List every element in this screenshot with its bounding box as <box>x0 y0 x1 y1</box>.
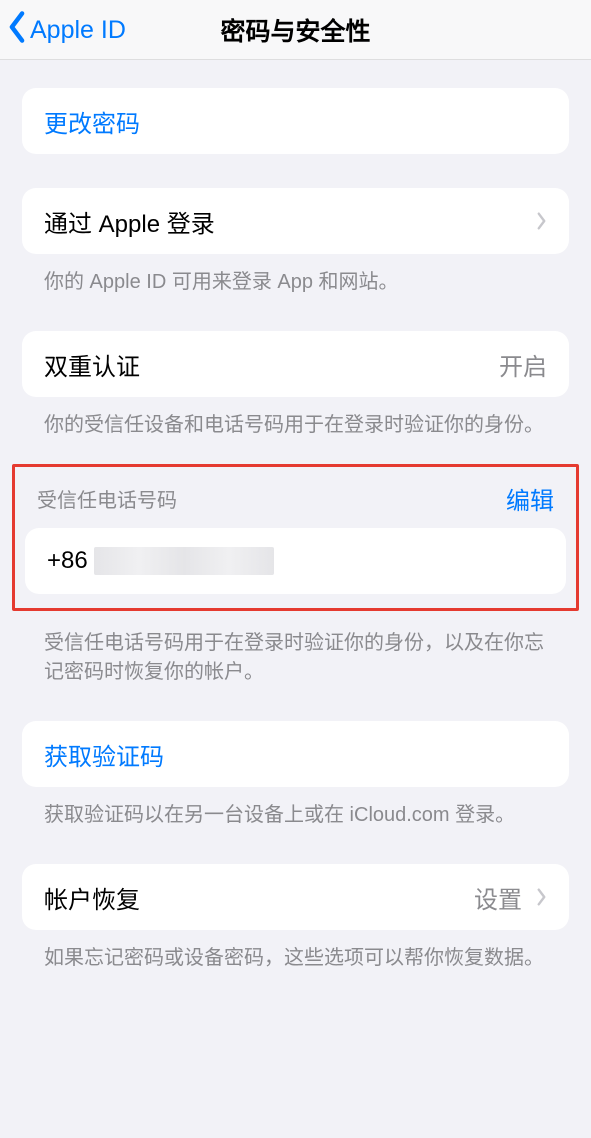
group-sign-in-with-apple: 通过 Apple 登录 你的 Apple ID 可用来登录 App 和网站。 <box>22 188 569 297</box>
account-recovery-footer: 如果忘记密码或设备密码，这些选项可以帮你恢复数据。 <box>22 930 569 973</box>
group-get-code: 获取验证码 获取验证码以在另一台设备上或在 iCloud.com 登录。 <box>22 721 569 830</box>
trusted-phone-number: +86 <box>47 547 274 575</box>
account-recovery-label: 帐户恢复 <box>44 880 140 915</box>
trusted-phone-highlight: 受信任电话号码 编辑 +86 <box>12 464 579 611</box>
group-two-factor: 双重认证 开启 你的受信任设备和电话号码用于在登录时验证你的身份。 <box>22 331 569 440</box>
chevron-right-icon <box>536 211 547 231</box>
change-password-button[interactable]: 更改密码 <box>22 88 569 154</box>
trusted-phone-header: 受信任电话号码 编辑 <box>23 477 568 528</box>
two-factor-label: 双重认证 <box>44 347 140 382</box>
get-code-button[interactable]: 获取验证码 <box>22 721 569 787</box>
sign-in-with-apple-label: 通过 Apple 登录 <box>44 204 215 239</box>
chevron-right-icon <box>536 887 547 907</box>
back-button[interactable]: Apple ID <box>6 0 126 60</box>
group-change-password: 更改密码 <box>22 88 569 154</box>
sign-in-with-apple-footer: 你的 Apple ID 可用来登录 App 和网站。 <box>22 254 569 297</box>
content: 更改密码 通过 Apple 登录 你的 Apple ID 可用来登录 App 和… <box>0 88 591 973</box>
trusted-phone-edit-button[interactable]: 编辑 <box>506 481 554 516</box>
sign-in-with-apple-row[interactable]: 通过 Apple 登录 <box>22 188 569 254</box>
get-code-label: 获取验证码 <box>44 737 164 772</box>
trusted-phone-footer: 受信任电话号码用于在登录时验证你的身份，以及在你忘记密码时恢复你的帐户。 <box>22 611 569 687</box>
account-recovery-value: 设置 <box>474 880 522 915</box>
trusted-phone-prefix: +86 <box>47 547 88 575</box>
trusted-phone-row[interactable]: +86 <box>25 528 566 594</box>
navbar: Apple ID 密码与安全性 <box>0 0 591 60</box>
trusted-phone-redacted <box>94 547 274 575</box>
group-account-recovery: 帐户恢复 设置 如果忘记密码或设备密码，这些选项可以帮你恢复数据。 <box>22 864 569 973</box>
two-factor-footer: 你的受信任设备和电话号码用于在登录时验证你的身份。 <box>22 397 569 440</box>
page-title: 密码与安全性 <box>220 12 370 48</box>
change-password-label: 更改密码 <box>44 104 140 139</box>
trusted-phone-header-label: 受信任电话号码 <box>37 484 177 513</box>
back-label: Apple ID <box>30 16 126 45</box>
two-factor-row[interactable]: 双重认证 开启 <box>22 331 569 397</box>
account-recovery-row[interactable]: 帐户恢复 设置 <box>22 864 569 930</box>
two-factor-value: 开启 <box>499 347 547 382</box>
get-code-footer: 获取验证码以在另一台设备上或在 iCloud.com 登录。 <box>22 787 569 830</box>
chevron-left-icon <box>6 10 28 51</box>
